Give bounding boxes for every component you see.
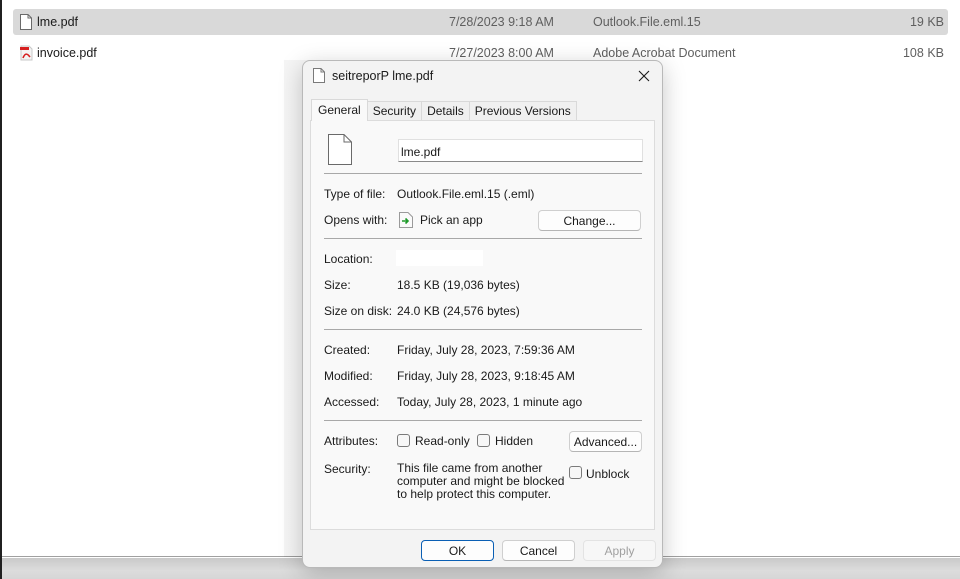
modified-label: Modified: bbox=[324, 369, 373, 383]
general-panel: Type of file: Outlook.File.eml.15 (.eml)… bbox=[310, 120, 655, 530]
size-on-disk-value: 24.0 KB (24,576 bytes) bbox=[397, 304, 520, 318]
readonly-checkbox[interactable] bbox=[397, 434, 410, 447]
dialog-title: seitreporP lme.pdf bbox=[332, 69, 434, 83]
file-icon bbox=[313, 68, 325, 83]
close-button[interactable] bbox=[632, 64, 656, 88]
unblock-label: Unblock bbox=[586, 467, 630, 481]
tab-previous-versions[interactable]: Previous Versions bbox=[468, 101, 577, 121]
file-name: invoice.pdf bbox=[37, 46, 97, 60]
divider bbox=[324, 238, 642, 239]
file-date: 7/28/2023 9:18 AM bbox=[449, 15, 554, 29]
close-icon bbox=[638, 70, 650, 82]
readonly-label: Read-only bbox=[415, 434, 470, 448]
tab-details[interactable]: Details bbox=[421, 101, 470, 121]
hidden-checkbox[interactable] bbox=[477, 434, 490, 447]
accessed-label: Accessed: bbox=[324, 395, 380, 409]
tab-strip: General Security Details Previous Versio… bbox=[311, 99, 577, 121]
file-row-lme[interactable]: lme.pdf 7/28/2023 9:18 AM Outlook.File.e… bbox=[13, 9, 948, 35]
created-value: Friday, July 28, 2023, 7:59:36 AM bbox=[397, 343, 575, 357]
security-message: This file came from another computer and… bbox=[397, 461, 565, 501]
properties-dialog: seitreporP lme.pdf General Security Deta… bbox=[302, 60, 663, 568]
opens-with-label: Opens with: bbox=[324, 213, 388, 227]
change-button[interactable]: Change... bbox=[538, 210, 641, 231]
pdf-file-icon bbox=[20, 45, 33, 61]
file-type: Outlook.File.eml.15 bbox=[593, 15, 701, 29]
divider bbox=[324, 329, 642, 330]
type-value: Outlook.File.eml.15 (.eml) bbox=[397, 187, 535, 201]
tab-general[interactable]: General bbox=[311, 99, 368, 121]
file-type: Adobe Acrobat Document bbox=[593, 46, 736, 60]
apply-button[interactable]: Apply bbox=[583, 540, 656, 561]
modified-value: Friday, July 28, 2023, 9:18:45 AM bbox=[397, 369, 575, 383]
file-type-icon bbox=[328, 134, 352, 165]
pick-app-icon bbox=[399, 212, 413, 228]
divider bbox=[324, 173, 642, 174]
unblock-checkbox[interactable] bbox=[569, 466, 582, 479]
size-value: 18.5 KB (19,036 bytes) bbox=[397, 278, 520, 292]
file-size: 108 KB bbox=[902, 46, 944, 60]
opens-with-value: Pick an app bbox=[420, 213, 483, 227]
file-size: 19 KB bbox=[909, 15, 944, 29]
created-label: Created: bbox=[324, 343, 371, 357]
accessed-value: Today, July 28, 2023, 1 minute ago bbox=[397, 395, 583, 409]
location-label: Location: bbox=[324, 252, 373, 266]
file-name: lme.pdf bbox=[37, 15, 78, 29]
file-date: 7/27/2023 8:00 AM bbox=[449, 46, 554, 60]
attributes-label: Attributes: bbox=[324, 434, 379, 448]
dialog-titlebar[interactable]: seitreporP lme.pdf bbox=[303, 61, 662, 91]
size-label: Size: bbox=[324, 278, 351, 292]
size-on-disk-label: Size on disk: bbox=[324, 304, 393, 318]
tab-security[interactable]: Security bbox=[366, 101, 423, 121]
blank-file-icon bbox=[20, 14, 32, 30]
filename-input[interactable] bbox=[398, 139, 643, 162]
ok-button[interactable]: OK bbox=[421, 540, 494, 561]
location-value bbox=[396, 250, 483, 266]
security-label: Security: bbox=[324, 462, 371, 476]
type-label: Type of file: bbox=[324, 187, 386, 201]
hidden-label: Hidden bbox=[495, 434, 534, 448]
advanced-button[interactable]: Advanced... bbox=[569, 431, 642, 452]
cancel-button[interactable]: Cancel bbox=[502, 540, 575, 561]
divider bbox=[324, 420, 642, 421]
